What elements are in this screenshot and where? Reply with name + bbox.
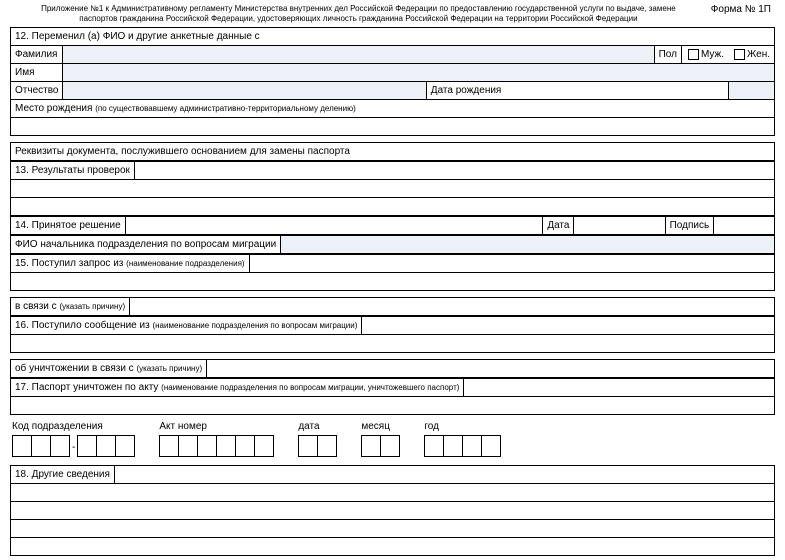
- s13-field[interactable]: [134, 162, 774, 180]
- s17-title: 17. Паспорт уничтожен по акту (наименова…: [11, 379, 464, 397]
- code-boxes-row: Код подразделения - Акт номер дата месяц…: [10, 421, 775, 457]
- s16-destroy-label: об уничтожении в связи с (указать причин…: [11, 360, 207, 378]
- section-14: 14. Принятое решение Дата Подпись: [10, 216, 775, 235]
- s16-destroy-field[interactable]: [207, 360, 775, 378]
- s12-title: 12. Переменил (а) ФИО и другие анкетные …: [11, 28, 775, 46]
- section-16-destroy: об уничтожении в связи с (указать причин…: [10, 359, 775, 378]
- s16-title: 16. Поступило сообщение из (наименование…: [11, 317, 362, 335]
- patronymic-label: Отчество: [11, 82, 63, 100]
- section-13: 13. Результаты проверок: [10, 161, 775, 216]
- section-18: 18. Другие сведения: [10, 465, 775, 556]
- birthplace-label: Место рождения: [15, 103, 92, 114]
- dept-code-label: Код подразделения: [12, 421, 135, 432]
- act-number-boxes[interactable]: [159, 435, 274, 457]
- s14-date-label: Дата: [543, 217, 574, 235]
- birthplace-note: (по существовавшему административно-терр…: [95, 104, 356, 113]
- s14-title: 14. Принятое решение: [11, 217, 126, 235]
- month-label: месяц: [361, 421, 400, 432]
- s18-extra1[interactable]: [11, 484, 775, 502]
- name-label: Имя: [11, 64, 63, 82]
- date-label: дата: [298, 421, 337, 432]
- doc-requisites: Реквизиты документа, послужившего основа…: [10, 142, 775, 161]
- section-12: 12. Переменил (а) ФИО и другие анкетные …: [10, 27, 775, 136]
- s14-date-field[interactable]: [574, 217, 665, 235]
- year-boxes[interactable]: [424, 435, 501, 457]
- sex-female[interactable]: Жен.: [728, 46, 774, 64]
- s15-title: 15. Поступил запрос из (наименование под…: [11, 255, 250, 273]
- s13-extra2[interactable]: [11, 198, 775, 216]
- s13-extra1[interactable]: [11, 180, 775, 198]
- s14-chief-field[interactable]: [281, 236, 775, 254]
- year-group: год: [424, 421, 501, 457]
- s14-sign-field[interactable]: [714, 217, 775, 235]
- section-15-reason: в связи с (указать причину): [10, 297, 775, 316]
- checkbox-male[interactable]: [688, 49, 699, 60]
- birthplace-row[interactable]: Место рождения (по существовавшему админ…: [11, 100, 775, 118]
- sex-label: Пол: [654, 46, 681, 64]
- s17-extra[interactable]: [11, 397, 775, 415]
- header-regulation-text: Приложение №1 к Административному реглам…: [14, 4, 703, 23]
- month-group: месяц: [361, 421, 400, 457]
- month-boxes[interactable]: [361, 435, 400, 457]
- surname-field[interactable]: [63, 46, 654, 64]
- s16-field[interactable]: [362, 317, 775, 335]
- s18-field[interactable]: [114, 466, 774, 484]
- sex-male[interactable]: Муж.: [681, 46, 728, 64]
- dob-label: Дата рождения: [426, 82, 728, 100]
- s18-title: 18. Другие сведения: [11, 466, 115, 484]
- name-field[interactable]: [63, 64, 775, 82]
- date-boxes[interactable]: [298, 435, 337, 457]
- section-15: 15. Поступил запрос из (наименование под…: [10, 254, 775, 291]
- s14-sign-label: Подпись: [665, 217, 714, 235]
- dept-code-group: Код подразделения -: [12, 421, 135, 457]
- checkbox-female[interactable]: [734, 49, 745, 60]
- s14-decision-field[interactable]: [125, 217, 543, 235]
- form-number: Форма № 1П: [703, 4, 771, 15]
- s14-chief-label: ФИО начальника подразделения по вопросам…: [11, 236, 281, 254]
- dept-code-boxes-b[interactable]: [77, 435, 135, 457]
- doc-req-label[interactable]: Реквизиты документа, послужившего основа…: [11, 143, 775, 161]
- s15-field[interactable]: [249, 255, 774, 273]
- year-label: год: [424, 421, 501, 432]
- s13-title: 13. Результаты проверок: [11, 162, 135, 180]
- s18-extra2[interactable]: [11, 502, 775, 520]
- act-number-label: Акт номер: [159, 421, 274, 432]
- dept-code-boxes-a[interactable]: [12, 435, 70, 457]
- birthplace-extra[interactable]: [11, 118, 775, 136]
- s17-field[interactable]: [464, 379, 775, 397]
- page-header: Приложение №1 к Административному реглам…: [10, 4, 775, 23]
- surname-label: Фамилия: [11, 46, 63, 64]
- act-number-group: Акт номер: [159, 421, 274, 457]
- s15-extra[interactable]: [11, 273, 775, 291]
- s18-extra3[interactable]: [11, 520, 775, 538]
- s16-extra[interactable]: [11, 335, 775, 353]
- section-14-chief: ФИО начальника подразделения по вопросам…: [10, 235, 775, 254]
- date-group: дата: [298, 421, 337, 457]
- section-17: 17. Паспорт уничтожен по акту (наименова…: [10, 378, 775, 415]
- patronymic-field[interactable]: [63, 82, 426, 100]
- s18-extra4[interactable]: [11, 538, 775, 556]
- section-16: 16. Поступило сообщение из (наименование…: [10, 316, 775, 353]
- s15-reason-field[interactable]: [130, 298, 775, 316]
- s15-reason-label: в связи с (указать причину): [11, 298, 130, 316]
- dob-field[interactable]: [728, 82, 774, 100]
